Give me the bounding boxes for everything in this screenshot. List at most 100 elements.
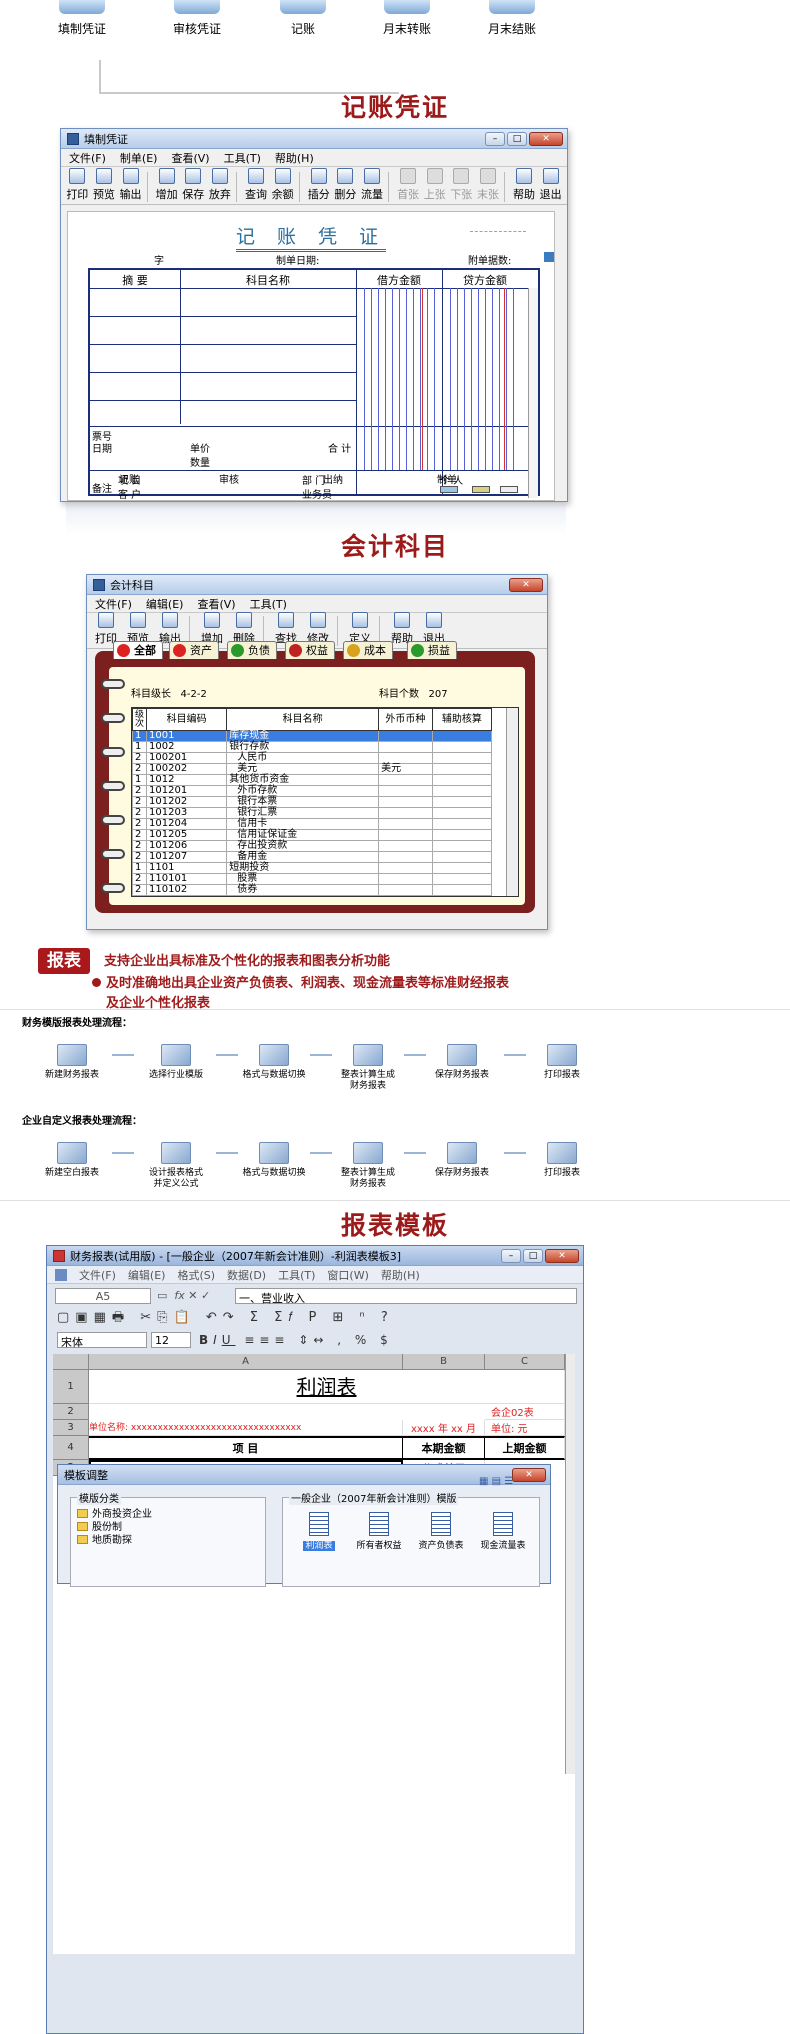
sheet-title[interactable]: 利润表 [89, 1370, 565, 1404]
edit-card-icon[interactable] [500, 486, 518, 493]
cell-aux[interactable] [431, 840, 493, 852]
cell-code[interactable]: 1012 [146, 774, 228, 786]
col-header-c[interactable]: C [485, 1354, 565, 1370]
cell-aux[interactable] [431, 763, 493, 775]
cell-aux[interactable] [431, 851, 493, 863]
table-row[interactable]: 2 101204 信用卡 [132, 818, 493, 830]
col-header-a[interactable]: A [89, 1354, 403, 1370]
tab-all[interactable]: 全部 [113, 641, 163, 659]
maximize-button[interactable]: □ [523, 1248, 543, 1263]
cell-name[interactable]: 短期投资 [226, 862, 380, 874]
menu-file[interactable]: 文件(F) [95, 596, 132, 612]
formula-icons[interactable]: ▭ fx ✕ ✓ [157, 1289, 210, 1302]
cell-level[interactable]: 2 [132, 752, 148, 764]
cell-aux[interactable] [431, 884, 493, 896]
current-amount-header[interactable]: 本期金额 [403, 1436, 485, 1460]
item-header[interactable]: 项 目 [89, 1436, 403, 1460]
cell-code[interactable]: 110102 [146, 884, 228, 896]
table-row[interactable]: 2 110102 债券 [132, 884, 493, 896]
cell-currency[interactable]: 美元 [378, 763, 433, 775]
table-row[interactable]: 1 1101 短期投资 [132, 862, 493, 874]
menu-voucher[interactable]: 制单(E) [120, 150, 158, 166]
cell-level[interactable]: 2 [132, 829, 148, 841]
tab-cost[interactable]: 成本 [343, 641, 393, 659]
cell-level[interactable]: 1 [132, 741, 148, 753]
dialog-close-button[interactable]: ✕ [512, 1467, 546, 1482]
cell-reference[interactable]: A5 [55, 1288, 151, 1304]
cell-name[interactable]: 股票 [226, 873, 380, 885]
cell-name[interactable]: 银行汇票 [226, 807, 380, 819]
card-icon[interactable] [440, 486, 458, 493]
voucher-number-field[interactable] [470, 216, 526, 232]
cell-aux[interactable] [431, 829, 493, 841]
cell-level[interactable]: 1 [132, 774, 148, 786]
cell-currency[interactable] [378, 884, 433, 896]
col-name[interactable]: 科目名称 [226, 708, 380, 731]
col-code[interactable]: 科目编码 [146, 708, 228, 731]
cell-aux[interactable] [431, 796, 493, 808]
cell-code[interactable]: 1002 [146, 741, 228, 753]
template-cashflow[interactable]: 现金流量表 [473, 1512, 533, 1551]
cell-level[interactable]: 2 [132, 818, 148, 830]
table-row[interactable]: 2 101201 外币存款 [132, 785, 493, 797]
save-button[interactable]: 保存 [181, 168, 206, 202]
menu-data[interactable]: 数据(D) [227, 1267, 266, 1283]
cell-name[interactable]: 其他货币资金 [226, 774, 380, 786]
attach-icon[interactable] [544, 252, 554, 262]
last-button[interactable]: 末张 [476, 168, 501, 202]
cell-code[interactable]: 1001 [146, 730, 228, 742]
cell-code[interactable]: 101202 [146, 796, 228, 808]
cell-level[interactable]: 1 [132, 730, 148, 742]
menu-help[interactable]: 帮助(H) [381, 1267, 420, 1283]
cell-level[interactable]: 2 [132, 796, 148, 808]
close-button[interactable]: ✕ [545, 1248, 579, 1263]
cell-level[interactable]: 2 [132, 763, 148, 775]
view-mode-icons[interactable]: ▦ ▤ ☰ [479, 1476, 513, 1487]
col-header-b[interactable]: B [403, 1354, 485, 1370]
form-code[interactable]: 会企02表 [485, 1404, 565, 1420]
cell-name[interactable]: 银行本票 [226, 796, 380, 808]
minimize-button[interactable]: – [501, 1248, 521, 1263]
maximize-button[interactable]: □ [507, 131, 527, 146]
first-button[interactable]: 首张 [396, 168, 421, 202]
cell-currency[interactable] [378, 730, 433, 742]
query-button[interactable]: 查询 [244, 168, 269, 202]
tab-liabilities[interactable]: 负债 [227, 641, 277, 659]
menu-window[interactable]: 窗口(W) [327, 1267, 368, 1283]
row-header-2[interactable]: 2 [53, 1404, 89, 1420]
cell-code[interactable]: 101207 [146, 851, 228, 863]
menu-tools[interactable]: 工具(T) [250, 596, 287, 612]
discard-button[interactable]: 放弃 [208, 168, 233, 202]
print-button[interactable]: 打印 [65, 168, 90, 202]
grid-scrollbar[interactable] [565, 1354, 575, 1774]
menu-tools[interactable]: 工具(T) [278, 1267, 315, 1283]
cell-level[interactable]: 2 [132, 873, 148, 885]
insert-line-button[interactable]: 插分 [306, 168, 331, 202]
preview-button[interactable]: 预览 [92, 168, 117, 202]
category-item[interactable]: 外商投资企业 [77, 1508, 253, 1521]
voucher-scrollbar[interactable] [528, 288, 538, 498]
cell-aux[interactable] [431, 807, 493, 819]
cell-aux[interactable] [431, 785, 493, 797]
exit-button[interactable]: 退出 [538, 168, 563, 202]
cell-currency[interactable] [378, 818, 433, 830]
cell-aux[interactable] [431, 774, 493, 786]
cell-code[interactable]: 101206 [146, 840, 228, 852]
cell-currency[interactable] [378, 873, 433, 885]
table-row[interactable]: 2 100202 美元 美元 [132, 763, 493, 775]
table-row[interactable]: 2 101206 存出投资款 [132, 840, 493, 852]
menu-help[interactable]: 帮助(H) [275, 150, 314, 166]
tab-profit-loss[interactable]: 损益 [407, 641, 457, 659]
menu-format[interactable]: 格式(S) [177, 1267, 215, 1283]
cell-currency[interactable] [378, 840, 433, 852]
unit[interactable]: 单位: 元 [485, 1420, 565, 1436]
cell-level[interactable]: 2 [132, 807, 148, 819]
cell-aux[interactable] [431, 752, 493, 764]
cell-name[interactable]: 存出投资款 [226, 840, 380, 852]
close-button[interactable]: ✕ [529, 131, 563, 146]
menu-edit[interactable]: 编辑(E) [146, 596, 184, 612]
cell-name[interactable]: 备用金 [226, 851, 380, 863]
template-equity[interactable]: 所有者权益 [349, 1512, 409, 1551]
tab-assets[interactable]: 资产 [169, 641, 219, 659]
cell-aux[interactable] [431, 741, 493, 753]
